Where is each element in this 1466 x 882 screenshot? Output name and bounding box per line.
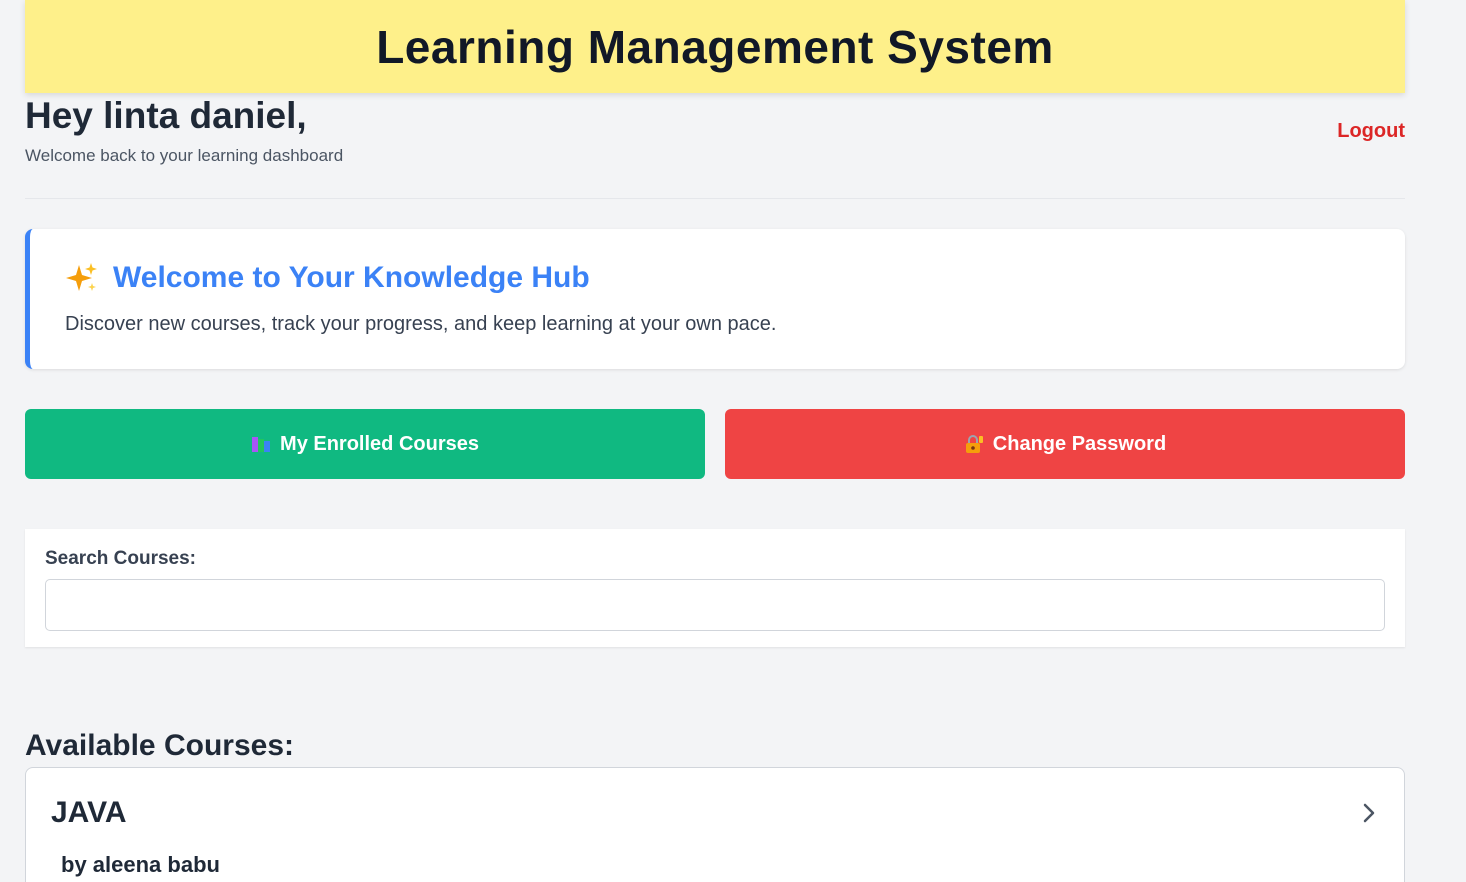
logout-link[interactable]: Logout — [1337, 120, 1405, 143]
chevron-right-icon[interactable] — [1362, 802, 1376, 824]
hub-description: Discover new courses, track your progres… — [65, 313, 777, 335]
app-title: Learning Management System — [376, 20, 1054, 73]
greeting-title: Hey linta daniel, — [25, 95, 307, 136]
course-name: JAVA — [51, 796, 127, 829]
change-password-button[interactable]: Change Password — [725, 409, 1405, 479]
lock-key-icon — [964, 434, 984, 454]
page: Learning Management System Hey linta dan… — [25, 0, 1405, 882]
course-author: by aleena babu — [61, 852, 220, 877]
course-card[interactable]: JAVA by aleena babu — [25, 767, 1405, 882]
greeting-section: Hey linta daniel, Welcome back to your l… — [25, 93, 1405, 199]
greeting-subtitle: Welcome back to your learning dashboard — [25, 146, 344, 165]
search-card: Search Courses: — [25, 529, 1405, 647]
my-enrolled-courses-label: My Enrolled Courses — [280, 432, 479, 455]
available-courses-heading: Available Courses: — [25, 729, 294, 762]
sparkles-icon — [65, 261, 99, 295]
my-enrolled-courses-button[interactable]: My Enrolled Courses — [25, 409, 705, 479]
search-input[interactable] — [45, 579, 1385, 631]
hub-title-row: Welcome to Your Knowledge Hub — [65, 261, 590, 295]
change-password-label: Change Password — [992, 432, 1167, 455]
app-header: Learning Management System — [25, 0, 1405, 93]
books-icon — [251, 434, 271, 454]
knowledge-hub-card: Welcome to Your Knowledge Hub Discover n… — [25, 229, 1405, 369]
hub-title: Welcome to Your Knowledge Hub — [113, 261, 590, 294]
action-buttons: My Enrolled Courses Change Password — [25, 409, 1405, 479]
search-label: Search Courses: — [45, 548, 197, 569]
